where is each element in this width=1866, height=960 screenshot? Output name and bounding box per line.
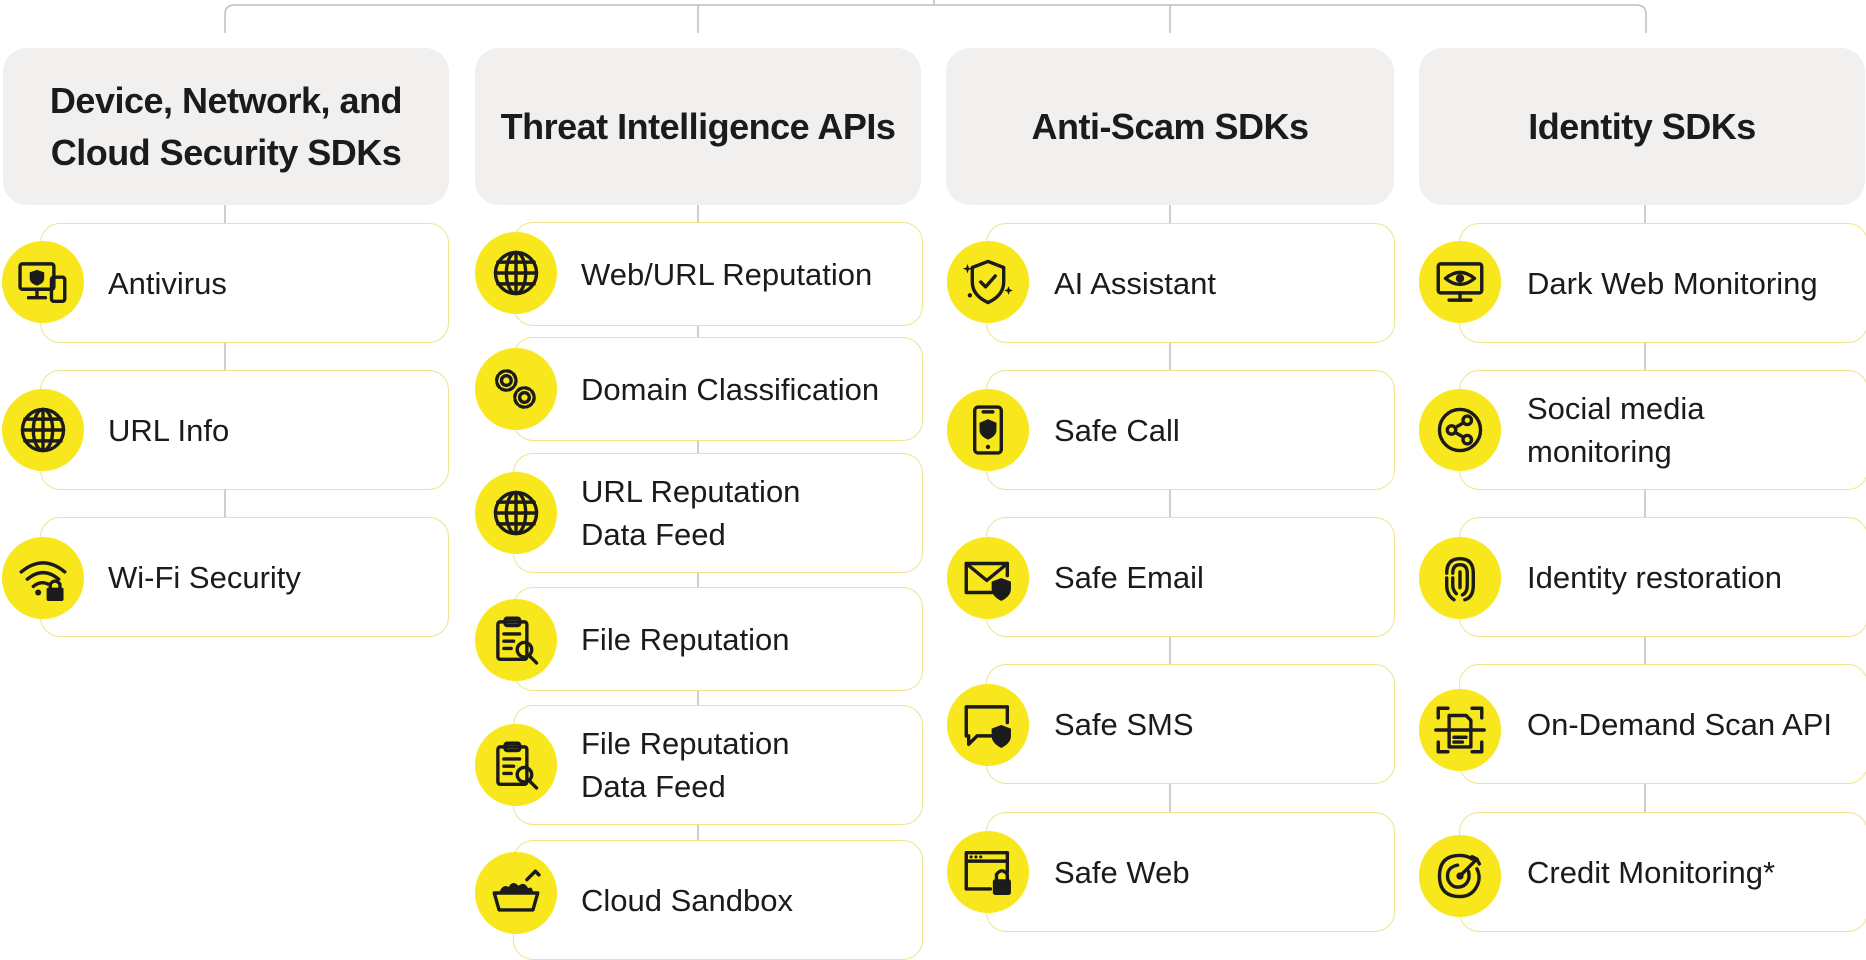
card-label: Wi-Fi Security: [108, 559, 301, 595]
card-label: URL Reputation Data Feed: [581, 474, 801, 552]
globe-icon: [475, 472, 557, 554]
card-identity-restoration: Identity restoration: [1459, 517, 1866, 637]
globe-icon: [2, 389, 84, 471]
card-label: URL Info: [108, 412, 230, 448]
column-header-identity: Identity SDKs: [1419, 48, 1865, 205]
column-header-device-security: Device, Network, and Cloud Security SDKs: [3, 48, 449, 205]
column-header-anti-scam: Anti-Scam SDKs: [946, 48, 1394, 205]
card-label: Identity restoration: [1527, 559, 1783, 595]
card-ai-assistant: AI Assistant: [986, 223, 1395, 343]
clipboard-search-icon: [475, 724, 557, 806]
card-cloud-sandbox: Cloud Sandbox: [513, 840, 923, 960]
sandbox-icon: [475, 852, 557, 934]
card-file-reputation-data-feed: File Reputation Data Feed: [513, 705, 923, 825]
card-wifi-security: Wi-Fi Security: [40, 517, 449, 637]
card-label: File Reputation: [581, 621, 790, 657]
envelope-shield-icon: [947, 537, 1029, 619]
gears-icon: [475, 348, 557, 430]
card-label: Dark Web Monitoring: [1527, 265, 1818, 301]
card-web-url-reputation: Web/URL Reputation: [513, 222, 923, 326]
chat-shield-icon: [947, 684, 1029, 766]
card-label: AI Assistant: [1054, 265, 1216, 301]
card-file-reputation: File Reputation: [513, 587, 923, 691]
column-header-threat-intelligence: Threat Intelligence APIs: [475, 48, 921, 205]
card-label: Antivirus: [108, 265, 227, 301]
document-scan-icon: [1419, 689, 1501, 771]
card-safe-web: Safe Web: [986, 812, 1395, 932]
card-label: Safe Email: [1054, 559, 1204, 595]
card-label: Cloud Sandbox: [581, 882, 793, 918]
clipboard-search-icon: [475, 599, 557, 681]
card-label: Web/URL Reputation: [581, 256, 873, 292]
share-icon: [1419, 389, 1501, 471]
monitor-shield-icon: [2, 241, 84, 323]
card-label: Credit Monitoring*: [1527, 854, 1776, 890]
card-label: Domain Classification: [581, 371, 880, 407]
card-label: Safe Call: [1054, 412, 1180, 448]
card-credit-monitoring: Credit Monitoring*: [1459, 812, 1866, 932]
shield-check-sparkle-icon: [947, 241, 1029, 323]
card-antivirus: Antivirus: [40, 223, 449, 343]
card-domain-classification: Domain Classification: [513, 337, 923, 441]
card-url-reputation-data-feed: URL Reputation Data Feed: [513, 453, 923, 573]
card-label: File Reputation Data Feed: [581, 726, 790, 804]
card-label: Safe Web: [1054, 854, 1190, 890]
card-dark-web-monitoring: Dark Web Monitoring: [1459, 223, 1866, 343]
fingerprint-icon: [1419, 537, 1501, 619]
wifi-lock-icon: [2, 537, 84, 619]
card-url-info: URL Info: [40, 370, 449, 490]
card-label: Safe SMS: [1054, 706, 1194, 742]
card-safe-sms: Safe SMS: [986, 664, 1395, 784]
browser-lock-icon: [947, 831, 1029, 913]
card-safe-email: Safe Email: [986, 517, 1395, 637]
card-label: Social media monitoring: [1527, 391, 1705, 469]
phone-shield-icon: [947, 389, 1029, 471]
card-label: On-Demand Scan API: [1527, 706, 1832, 742]
target-icon: [1419, 835, 1501, 917]
monitor-eye-icon: [1419, 241, 1501, 323]
card-social-media-monitoring: Social media monitoring: [1459, 370, 1866, 490]
globe-icon: [475, 232, 557, 314]
card-safe-call: Safe Call: [986, 370, 1395, 490]
card-on-demand-scan-api: On-Demand Scan API: [1459, 664, 1866, 784]
